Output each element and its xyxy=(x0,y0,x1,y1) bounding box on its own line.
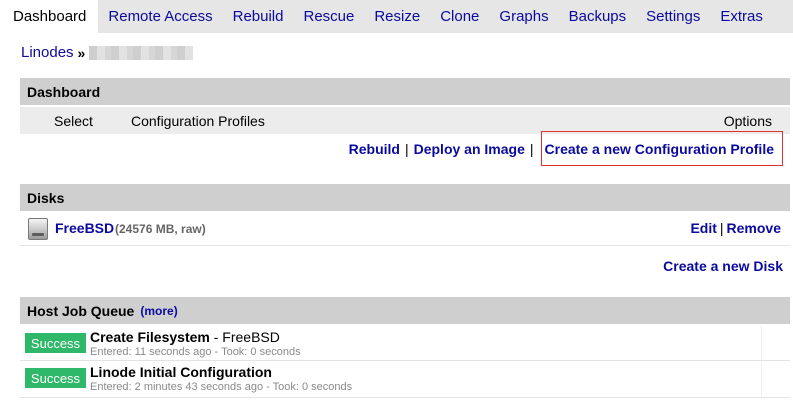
tab-backups[interactable]: Backups xyxy=(559,0,637,33)
breadcrumb-linodes-link[interactable]: Linodes xyxy=(21,44,74,61)
status-badge: Success xyxy=(25,368,86,388)
tab-dashboard[interactable]: Dashboard xyxy=(0,0,99,33)
col-profiles-header: Configuration Profiles xyxy=(131,113,265,129)
job-queue-title: Host Job Queue xyxy=(27,302,135,319)
dashboard-section-header: Dashboard xyxy=(20,78,790,105)
tab-rescue[interactable]: Rescue xyxy=(293,0,364,33)
status-badge: Success xyxy=(25,333,86,353)
job-subtitle: Entered: 11 seconds ago - Took: 0 second… xyxy=(90,346,301,358)
redacted-linode-name xyxy=(89,45,194,60)
action-separator: | xyxy=(529,140,534,157)
breadcrumb-separator: » xyxy=(77,44,86,61)
disk-edit-link[interactable]: Edit xyxy=(690,220,716,236)
hard-disk-icon xyxy=(28,218,48,240)
disk-remove-link[interactable]: Remove xyxy=(727,220,781,236)
rebuild-link[interactable]: Rebuild xyxy=(349,141,400,157)
tab-resize[interactable]: Resize xyxy=(364,0,430,33)
dashboard-actions: Rebuild | Deploy an Image | Create a new… xyxy=(349,131,783,166)
job-subtitle: Entered: 2 minutes 43 seconds ago - Took… xyxy=(90,381,353,393)
job-title-main: Create Filesystem xyxy=(90,329,210,345)
job-row-edge xyxy=(761,326,790,361)
disk-meta: (24576 MB, raw) xyxy=(115,222,206,236)
disk-create-actions: Create a new Disk xyxy=(663,258,783,274)
tab-settings[interactable]: Settings xyxy=(636,0,710,33)
disks-section-header: Disks xyxy=(20,184,790,211)
job-title-main: Linode Initial Configuration xyxy=(90,364,272,380)
tab-clone[interactable]: Clone xyxy=(430,0,489,33)
job-title-detail: - FreeBSD xyxy=(209,329,280,345)
create-config-profile-link[interactable]: Create a new Configuration Profile xyxy=(545,141,774,157)
create-disk-link[interactable]: Create a new Disk xyxy=(663,258,783,274)
disk-actions: Edit | Remove xyxy=(690,220,781,236)
action-separator: | xyxy=(719,220,724,236)
config-profiles-table-header: Select Configuration Profiles Options xyxy=(20,107,790,134)
job-row: Success Create Filesystem - FreeBSD Ente… xyxy=(20,326,790,361)
col-select-header: Select xyxy=(54,113,93,129)
tab-rebuild[interactable]: Rebuild xyxy=(223,0,294,33)
job-queue-section-header: Host Job Queue (more) xyxy=(20,297,790,324)
job-row-edge xyxy=(761,361,790,396)
job-title: Create Filesystem - FreeBSD xyxy=(90,329,280,345)
disks-section-title: Disks xyxy=(27,189,65,206)
col-options-header: Options xyxy=(723,113,772,129)
job-title: Linode Initial Configuration xyxy=(90,364,272,380)
divider xyxy=(20,245,790,246)
breadcrumb: Linodes » xyxy=(21,44,194,61)
disk-row: FreeBSD (24576 MB, raw) Edit | Remove xyxy=(20,212,790,245)
deploy-image-link[interactable]: Deploy an Image xyxy=(414,141,525,157)
disk-name-link[interactable]: FreeBSD xyxy=(55,220,114,236)
tab-extras[interactable]: Extras xyxy=(710,0,773,33)
action-separator: | xyxy=(404,140,409,157)
job-row: Success Linode Initial Configuration Ent… xyxy=(20,361,790,396)
highlight-box: Create a new Configuration Profile xyxy=(540,131,783,166)
tab-graphs[interactable]: Graphs xyxy=(489,0,558,33)
tab-bar: Dashboard Remote Access Rebuild Rescue R… xyxy=(0,0,793,33)
dashboard-section-title: Dashboard xyxy=(27,83,101,100)
divider xyxy=(20,397,790,398)
tab-remote-access[interactable]: Remote Access xyxy=(98,0,222,33)
job-queue-more-link[interactable]: (more) xyxy=(140,304,177,318)
